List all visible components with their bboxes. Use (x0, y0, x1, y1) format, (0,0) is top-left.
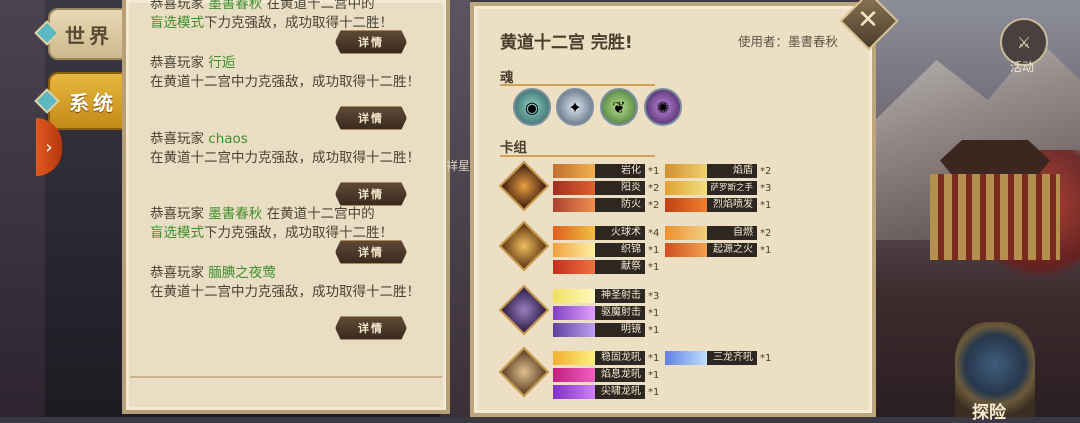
background-left (0, 0, 45, 417)
player-name[interactable]: 行逅 (208, 55, 235, 71)
message-item: 恭喜玩家 行逅 在黄道十二宫中力克强敌，成功取得十二胜！ (150, 55, 420, 90)
deck-card[interactable]: 神圣射击 *3 (553, 289, 659, 303)
deck-card[interactable]: 稳固龙吼 *1 (553, 351, 659, 365)
close-icon[interactable]: ✕ (848, 0, 888, 40)
player-name[interactable]: 墨書春秋 (208, 206, 262, 222)
panel-user: 使用者：墨書春秋 (738, 34, 839, 49)
player-name[interactable]: 腼腆之夜莺 (208, 265, 276, 281)
deck-card[interactable]: 岩化 *1 (553, 164, 659, 178)
detail-button[interactable]: 详情 (335, 106, 407, 130)
deck-section-label: 卡组 (500, 140, 527, 156)
deck-card[interactable]: 织锦 *1 (553, 243, 659, 257)
deck-card[interactable]: 防火 *2 (553, 198, 659, 212)
player-name[interactable]: chaos (208, 131, 248, 147)
player-name[interactable]: 墨書春秋 (208, 0, 262, 12)
deck-card[interactable]: 献祭 *1 (553, 260, 659, 274)
deck-card[interactable]: 尖啸龙吼 *1 (553, 385, 659, 399)
deck-card[interactable]: 萨罗斯之手 *3 (665, 181, 771, 195)
detail-button[interactable]: 详情 (335, 30, 407, 54)
panel-frame-decoration (130, 376, 442, 404)
soul-bamboo-icon[interactable]: ❦ (600, 88, 638, 126)
detail-button[interactable]: 详情 (335, 240, 407, 264)
deck-card[interactable]: 火球术 *4 (553, 226, 659, 240)
deck-card[interactable]: 烈焰喷发 *1 (665, 198, 771, 212)
deck-card[interactable]: 起源之火 *1 (665, 243, 771, 257)
detail-button[interactable]: 详情 (335, 182, 407, 206)
message-item: 恭喜玩家 墨書春秋 在黄道十二宫中的 盲选模式下力克强敌，成功取得十二胜！ (150, 0, 420, 33)
message-item: 恭喜玩家 chaos 在黄道十二宫中力克强敌，成功取得十二胜！ (150, 131, 420, 166)
deck-section-divider (500, 155, 655, 157)
deck-card[interactable]: 三龙齐吼 *1 (665, 351, 771, 365)
side-label: 祥星 (446, 159, 471, 173)
soul-silver-icon[interactable]: ✦ (556, 88, 594, 126)
soul-purple-icon[interactable]: ✺ (644, 88, 682, 126)
message-item: 恭喜玩家 腼腆之夜莺 在黄道十二宫中力克强敌，成功取得十二胜！ (150, 265, 420, 300)
tab-world[interactable]: 世界 (48, 8, 128, 60)
soul-green-icon[interactable]: ◉ (513, 88, 551, 126)
deck-card[interactable]: 明镜 *1 (553, 323, 659, 337)
activity-label[interactable]: 活动 (1010, 58, 1034, 75)
deck-card[interactable]: 驱魔射击 *1 (553, 306, 659, 320)
soul-section-divider (500, 84, 655, 86)
soul-section-label: 魂 (500, 70, 514, 86)
panel-title: 黄道十二宫 完胜! (500, 33, 633, 53)
background-temple (930, 140, 1060, 260)
deck-card[interactable]: 阳炎 *2 (553, 181, 659, 195)
deck-card[interactable]: 焰息龙吼 *1 (553, 368, 659, 382)
message-item: 恭喜玩家 墨書春秋 在黄道十二宫中的 盲选模式下力克强敌，成功取得十二胜！ (150, 206, 393, 241)
explore-label[interactable]: 探险 (972, 398, 1006, 423)
deck-card[interactable]: 焰盾 *2 (665, 164, 771, 178)
deck-card[interactable]: 自燃 *2 (665, 226, 771, 240)
detail-button[interactable]: 详情 (335, 316, 407, 340)
